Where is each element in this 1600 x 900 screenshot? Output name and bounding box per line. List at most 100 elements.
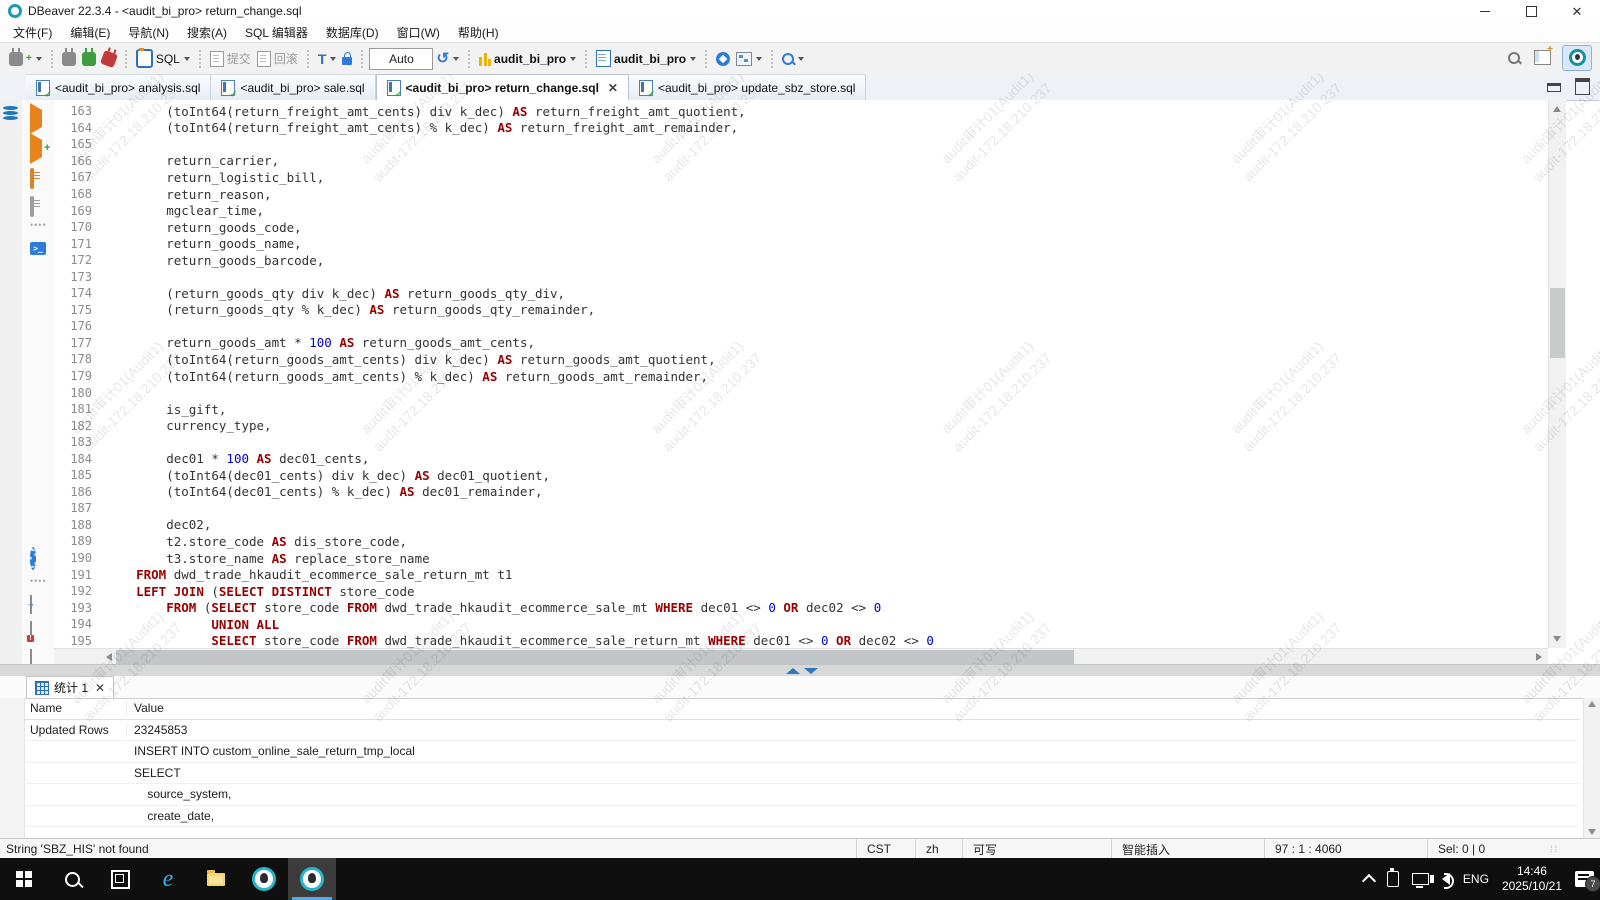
scroll-left-icon[interactable]: [106, 653, 112, 661]
execute-script-button[interactable]: [30, 170, 34, 188]
chevron-down-icon[interactable]: [184, 57, 190, 61]
editor-tab-0[interactable]: <audit_bi_pro> analysis.sql: [26, 74, 211, 100]
menu-item-0[interactable]: 文件(F): [4, 22, 61, 43]
rollback-button[interactable]: 回滚: [254, 48, 301, 69]
new-connection-button[interactable]: +: [6, 50, 45, 68]
scroll-up-icon[interactable]: [1553, 106, 1561, 112]
settings-button[interactable]: [30, 550, 36, 568]
sash-up-icon[interactable]: [786, 668, 800, 674]
results-vertical-scrollbar[interactable]: [1583, 698, 1600, 838]
scroll-down-icon[interactable]: [1553, 636, 1561, 642]
language-indicator[interactable]: ENG: [1463, 872, 1489, 886]
minimize-button[interactable]: [1462, 0, 1508, 22]
navigate-button[interactable]: [713, 50, 733, 68]
line-number: 182: [54, 419, 106, 433]
open-perspective-button[interactable]: [1531, 48, 1554, 67]
editor-tab-2[interactable]: <audit_bi_pro> return_change.sql✕: [376, 74, 629, 100]
table-row-2[interactable]: SELECT: [24, 763, 1580, 785]
scroll-up-icon[interactable]: [1588, 701, 1596, 707]
dbeaver-perspective-button[interactable]: [1562, 45, 1592, 71]
new-sql-editor-button[interactable]: SQL: [133, 47, 193, 70]
code-text: mgclear_time,: [106, 203, 264, 218]
clock[interactable]: 14:46 2025/10/21: [1502, 864, 1562, 894]
connection-selector[interactable]: audit_bi_pro: [476, 50, 579, 68]
table-row-1[interactable]: INSERT INTO custom_online_sale_return_tm…: [24, 741, 1580, 763]
chevron-down-icon[interactable]: [330, 57, 336, 61]
column-header-name[interactable]: Name: [24, 701, 127, 715]
reconnect-button[interactable]: [79, 50, 99, 68]
menu-item-7[interactable]: 帮助(H): [449, 22, 508, 43]
ie-icon: e: [163, 867, 174, 891]
editor-vertical-scrollbar[interactable]: [1548, 100, 1566, 648]
sql-editor[interactable]: 163 (toInt64(return_freight_amt_cents) d…: [54, 100, 1548, 651]
close-icon[interactable]: ✕: [608, 81, 618, 95]
close-icon[interactable]: ✕: [95, 681, 105, 695]
maximize-button[interactable]: [1508, 0, 1554, 22]
column-header-value[interactable]: Value: [127, 701, 1580, 715]
gear-icon: [30, 547, 36, 570]
execute-sql-button[interactable]: [30, 110, 42, 128]
transaction-log-button[interactable]: ↺: [433, 49, 462, 68]
chevron-down-icon[interactable]: [453, 57, 459, 61]
execute-sql-new-tab-button[interactable]: [30, 140, 42, 158]
menu-item-2[interactable]: 导航(N): [119, 22, 178, 43]
network-icon[interactable]: [1412, 873, 1429, 885]
explain-plan-button[interactable]: [30, 198, 34, 216]
code-line: 182 currency_type,: [54, 417, 1548, 434]
chevron-down-icon[interactable]: [690, 57, 696, 61]
chevron-down-icon[interactable]: [756, 57, 762, 61]
minimize-view-icon[interactable]: [1547, 83, 1561, 92]
usb-icon[interactable]: [1387, 871, 1399, 887]
table-row-3[interactable]: source_system,: [24, 784, 1580, 806]
commit-mode-combo[interactable]: Auto: [369, 48, 433, 70]
dbeaver-taskbar-button-active[interactable]: [288, 858, 336, 900]
status-caret-position[interactable]: 97 : 1 : 4060: [1264, 839, 1427, 859]
menu-item-3[interactable]: 搜索(A): [178, 22, 236, 43]
chevron-down-icon[interactable]: [36, 57, 42, 61]
scroll-down-icon[interactable]: [1588, 829, 1596, 835]
search-button[interactable]: [779, 51, 807, 67]
tray-expand-icon[interactable]: [1362, 874, 1376, 888]
table-row-4[interactable]: create_date,: [24, 806, 1580, 828]
connect-button[interactable]: [59, 50, 79, 68]
quick-access-search[interactable]: [1505, 50, 1523, 66]
scrollbar-thumb[interactable]: [116, 650, 1074, 664]
file-explorer-button[interactable]: [192, 858, 240, 900]
maximize-view-icon[interactable]: [1575, 78, 1590, 95]
menu-item-5[interactable]: 数据库(D): [317, 22, 388, 43]
database-navigator-icon[interactable]: [3, 106, 18, 120]
menu-item-6[interactable]: 窗口(W): [388, 22, 449, 43]
open-console-button[interactable]: >_: [30, 242, 46, 255]
database-selector[interactable]: audit_bi_pro: [593, 48, 699, 69]
show-problems-button[interactable]: [30, 622, 32, 640]
editor-tab-3[interactable]: <audit_bi_pro> update_sbz_store.sql: [629, 74, 866, 100]
disconnect-button[interactable]: [99, 50, 119, 68]
commit-button[interactable]: 提交: [207, 48, 254, 69]
start-button[interactable]: [0, 858, 48, 900]
task-view-button[interactable]: [96, 858, 144, 900]
scrollbar-thumb[interactable]: [1550, 288, 1565, 358]
er-diagram-button[interactable]: [733, 50, 765, 68]
dbeaver-taskbar-button[interactable]: [240, 858, 288, 900]
transaction-mode-button[interactable]: T: [315, 50, 340, 68]
export-result-button[interactable]: [30, 596, 32, 614]
sql-file-icon: [639, 80, 653, 96]
statistics-table[interactable]: Name Value Updated Rows23245853INSERT IN…: [24, 698, 1580, 827]
lock-button[interactable]: [339, 50, 355, 67]
taskbar-search-button[interactable]: [48, 858, 96, 900]
tab-statistics[interactable]: 统计 1 ✕: [26, 676, 114, 698]
chevron-down-icon[interactable]: [570, 57, 576, 61]
table-row-0[interactable]: Updated Rows23245853: [24, 720, 1580, 742]
sash-down-icon[interactable]: [804, 668, 818, 674]
chevron-down-icon[interactable]: [798, 57, 804, 61]
speaker-icon[interactable]: [1442, 873, 1450, 885]
editor-tab-1[interactable]: <audit_bi_pro> sale.sql: [211, 74, 375, 100]
close-button[interactable]: ✕: [1554, 0, 1600, 22]
line-number: 177: [54, 336, 106, 350]
menu-item-1[interactable]: 编辑(E): [61, 22, 119, 43]
menu-item-4[interactable]: SQL 编辑器: [236, 22, 317, 43]
scroll-right-icon[interactable]: [1536, 653, 1542, 661]
editor-horizontal-scrollbar[interactable]: [54, 648, 1548, 665]
notification-center-icon[interactable]: 7: [1575, 871, 1594, 887]
internet-explorer-button[interactable]: e: [144, 858, 192, 900]
